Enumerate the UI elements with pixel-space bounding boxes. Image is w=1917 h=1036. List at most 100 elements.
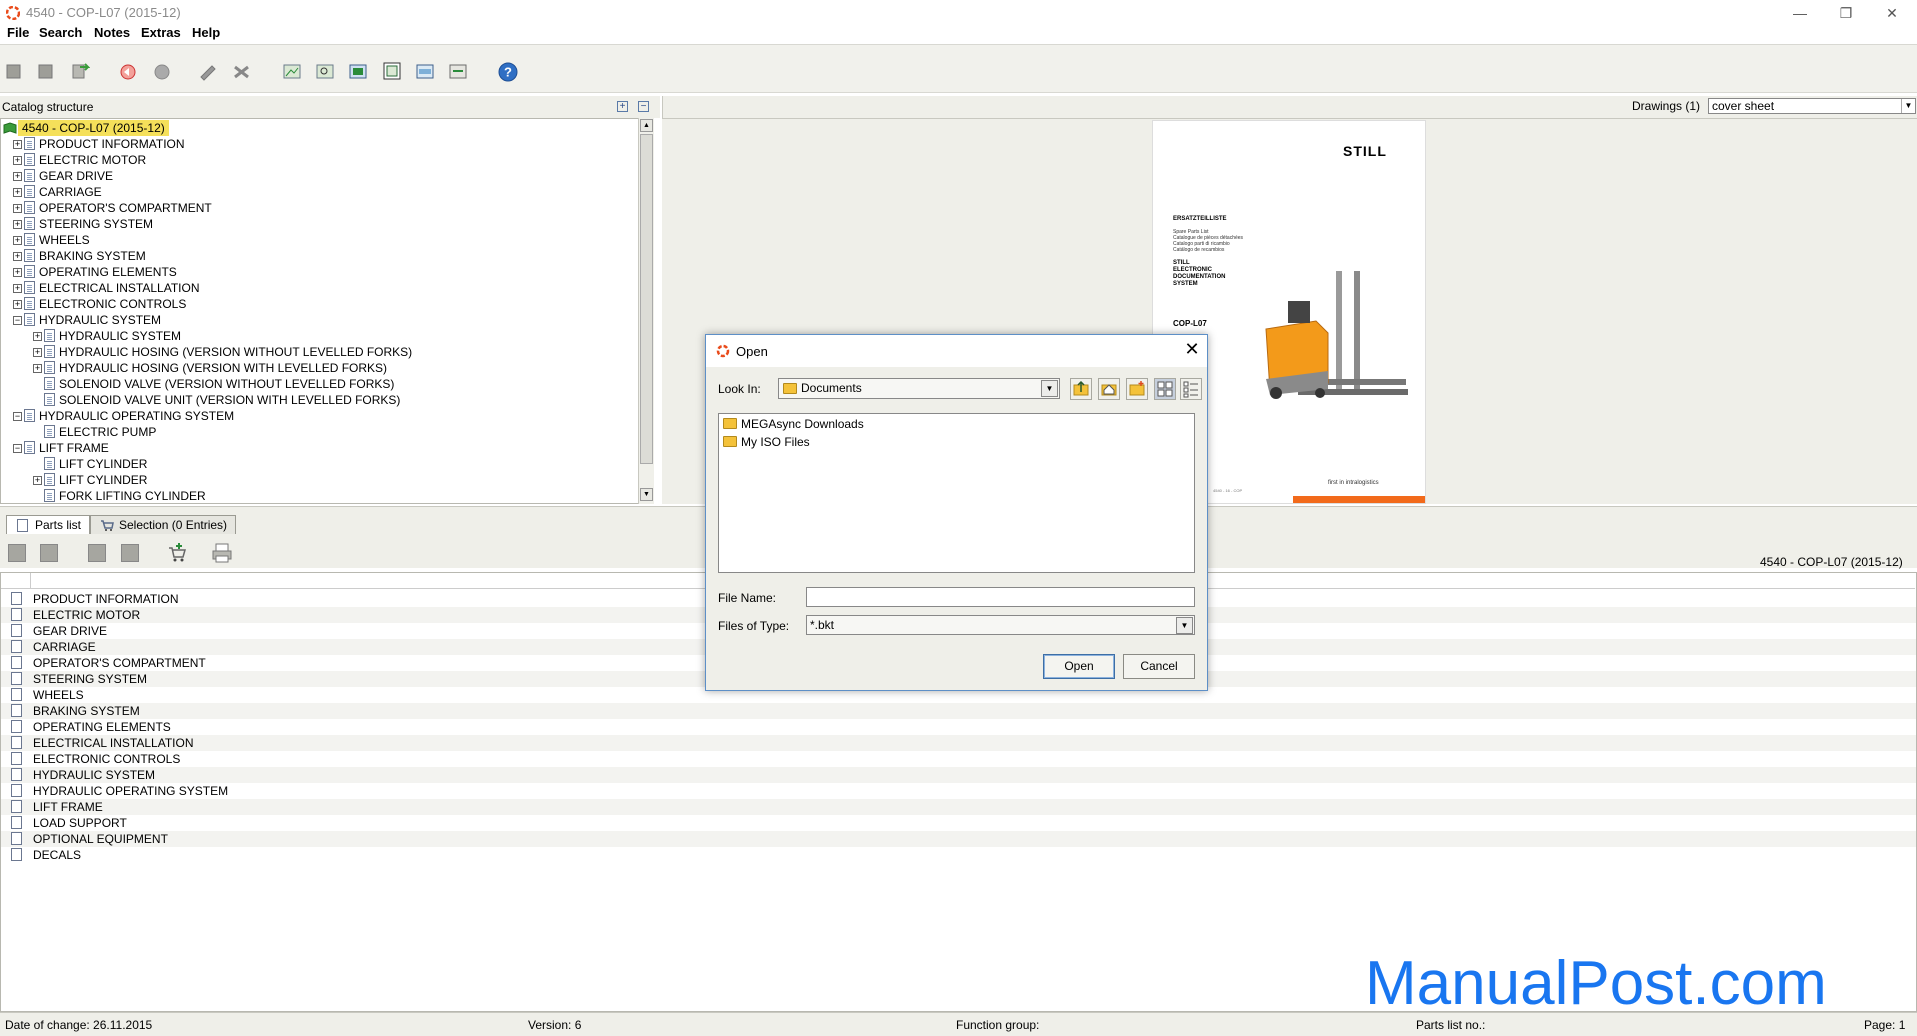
expand-all-icon[interactable]: + <box>617 101 628 112</box>
menu-notes[interactable]: Notes <box>94 25 130 40</box>
details-view-icon[interactable] <box>1180 378 1202 400</box>
menu-help[interactable]: Help <box>192 25 220 40</box>
forward-icon[interactable] <box>152 61 172 81</box>
table-row[interactable]: BRAKING SYSTEM <box>1 703 1916 719</box>
collapse-icon[interactable]: − <box>13 444 22 453</box>
tree-item[interactable]: − HYDRAULIC SYSTEM <box>13 312 161 328</box>
menu-extras[interactable]: Extras <box>141 25 181 40</box>
list-view-icon[interactable] <box>1154 378 1176 400</box>
tab-selection[interactable]: Selection (0 Entries) <box>90 515 237 535</box>
look-in-combo[interactable]: Documents ▼ <box>778 378 1060 399</box>
scroll-down-arrow-icon[interactable]: ▼ <box>640 488 653 501</box>
tree-item[interactable]: + HYDRAULIC HOSING (VERSION WITHOUT LEVEL… <box>33 344 412 360</box>
tree-item[interactable]: LIFT CYLINDER <box>44 456 147 472</box>
print-preview-icon[interactable] <box>448 61 468 81</box>
table-row[interactable]: DECALS <box>1 847 1916 863</box>
image-view-2-icon[interactable] <box>315 61 335 81</box>
file-name-input[interactable] <box>806 587 1195 607</box>
collapse-all-icon[interactable]: − <box>638 101 649 112</box>
tree-item[interactable]: SOLENOID VALVE UNIT (VERSION WITH LEVELL… <box>44 392 400 408</box>
tools-icon[interactable] <box>198 61 218 81</box>
expand-icon[interactable]: + <box>33 348 42 357</box>
tree-item[interactable]: + STEERING SYSTEM <box>13 216 153 232</box>
tab-parts-list[interactable]: Parts list <box>6 515 91 535</box>
file-item[interactable]: My ISO Files <box>721 433 810 451</box>
table-row[interactable]: OPTIONAL EQUIPMENT <box>1 831 1916 847</box>
cover-acronym-4: SYSTEM <box>1173 281 1198 287</box>
expand-icon[interactable]: + <box>13 188 22 197</box>
tree-item[interactable]: ELECTRIC PUMP <box>44 424 156 440</box>
parts-action-2-icon[interactable] <box>40 544 58 562</box>
collapse-icon[interactable]: − <box>13 412 22 421</box>
expand-icon[interactable]: + <box>13 220 22 229</box>
expand-icon[interactable]: + <box>13 252 22 261</box>
tree-item[interactable]: SOLENOID VALVE (VERSION WITHOUT LEVELLED… <box>44 376 394 392</box>
tree-item[interactable]: + BRAKING SYSTEM <box>13 248 146 264</box>
fit-width-icon[interactable] <box>415 61 435 81</box>
expand-icon[interactable]: + <box>13 284 22 293</box>
table-row[interactable]: ELECTRICAL INSTALLATION <box>1 735 1916 751</box>
print-icon[interactable] <box>211 542 233 564</box>
add-to-cart-icon[interactable] <box>167 542 187 564</box>
tree-item[interactable]: + HYDRAULIC SYSTEM <box>33 328 181 344</box>
expand-icon[interactable]: + <box>33 332 42 341</box>
cancel-button[interactable]: Cancel <box>1123 654 1195 679</box>
up-one-level-icon[interactable] <box>1070 378 1092 400</box>
menu-file[interactable]: File <box>7 25 29 40</box>
tree-scroll-thumb[interactable] <box>640 134 653 464</box>
tree-item[interactable]: + OPERATOR'S COMPARTMENT <box>13 200 212 216</box>
file-item[interactable]: MEGAsync Downloads <box>721 415 864 433</box>
dialog-close-icon[interactable]: ✕ <box>1181 339 1203 360</box>
table-row[interactable]: LIFT FRAME <box>1 799 1916 815</box>
expand-icon[interactable]: + <box>13 300 22 309</box>
table-row[interactable]: OPERATING ELEMENTS <box>1 719 1916 735</box>
new-folder-icon[interactable] <box>1126 378 1148 400</box>
expand-icon[interactable]: + <box>13 268 22 277</box>
tree-item[interactable]: + CARRIAGE <box>13 184 102 200</box>
home-icon[interactable] <box>1098 378 1120 400</box>
tree-item[interactable]: − LIFT FRAME <box>13 440 109 456</box>
tree-item[interactable]: + WHEELS <box>13 232 90 248</box>
tree-item[interactable]: + OPERATING ELEMENTS <box>13 264 177 280</box>
files-of-type-combo[interactable]: *.bkt ▼ <box>806 615 1195 635</box>
close-catalog-icon[interactable] <box>36 61 56 81</box>
table-row[interactable]: ELECTRONIC CONTROLS <box>1 751 1916 767</box>
export-icon[interactable] <box>70 61 90 81</box>
tree-item[interactable]: + LIFT CYLINDER <box>33 472 147 488</box>
tree-item[interactable]: + ELECTRICAL INSTALLATION <box>13 280 199 296</box>
tree-scrollbar[interactable]: ▲ ▼ <box>638 118 654 504</box>
back-icon[interactable] <box>118 61 138 81</box>
image-view-1-icon[interactable] <box>282 61 302 81</box>
expand-icon[interactable]: + <box>13 156 22 165</box>
tree-item[interactable]: + PRODUCT INFORMATION <box>13 136 185 152</box>
scroll-up-arrow-icon[interactable]: ▲ <box>640 119 653 132</box>
parts-action-4-icon[interactable] <box>121 544 139 562</box>
expand-icon[interactable]: + <box>13 236 22 245</box>
expand-icon[interactable]: + <box>33 476 42 485</box>
collapse-icon[interactable]: − <box>13 316 22 325</box>
expand-icon[interactable]: + <box>33 364 42 373</box>
expand-icon[interactable]: + <box>13 172 22 181</box>
tree-item[interactable]: FORK LIFTING CYLINDER <box>44 488 206 503</box>
image-view-3-icon[interactable] <box>348 61 368 81</box>
tree-item[interactable]: + ELECTRONIC CONTROLS <box>13 296 186 312</box>
open-catalog-icon[interactable] <box>4 61 24 81</box>
tree-item[interactable]: + GEAR DRIVE <box>13 168 113 184</box>
table-row[interactable]: HYDRAULIC OPERATING SYSTEM <box>1 783 1916 799</box>
table-row[interactable]: LOAD SUPPORT <box>1 815 1916 831</box>
help-icon[interactable]: ? <box>497 61 518 82</box>
parts-column-header-cell[interactable] <box>1 573 31 588</box>
tools-alt-icon[interactable] <box>232 61 252 81</box>
table-row[interactable]: HYDRAULIC SYSTEM <box>1 767 1916 783</box>
fit-page-icon[interactable] <box>382 61 402 81</box>
expand-icon[interactable]: + <box>13 140 22 149</box>
drawings-select[interactable]: cover sheet ▼ <box>1708 98 1916 114</box>
tree-item[interactable]: + ELECTRIC MOTOR <box>13 152 146 168</box>
tree-item[interactable]: + HYDRAULIC HOSING (VERSION WITH LEVELLED… <box>33 360 387 376</box>
menu-search[interactable]: Search <box>39 25 82 40</box>
tree-item[interactable]: − HYDRAULIC OPERATING SYSTEM <box>13 408 234 424</box>
parts-action-1-icon[interactable] <box>8 544 26 562</box>
open-button[interactable]: Open <box>1043 654 1115 679</box>
parts-action-3-icon[interactable] <box>88 544 106 562</box>
expand-icon[interactable]: + <box>13 204 22 213</box>
